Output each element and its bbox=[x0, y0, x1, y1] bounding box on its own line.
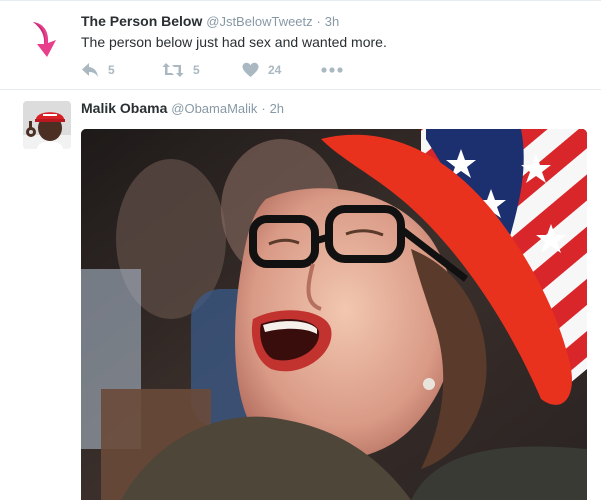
author-fullname[interactable]: The Person Below bbox=[81, 13, 202, 29]
tweet-header: The Person Below @JstBelowTweetz · 3h bbox=[81, 12, 339, 31]
reply-count: 5 bbox=[108, 63, 115, 77]
photo-image bbox=[81, 129, 587, 500]
tweet-actions: 5 5 24 bbox=[81, 61, 381, 79]
avatar[interactable] bbox=[23, 101, 71, 149]
tweet[interactable]: Malik Obama @ObamaMalik · 2h bbox=[0, 90, 601, 500]
retweet-button[interactable]: 5 bbox=[162, 61, 200, 79]
profile-photo bbox=[23, 101, 71, 149]
more-button[interactable] bbox=[321, 61, 343, 79]
retweet-icon bbox=[162, 63, 184, 77]
author-username[interactable]: @ObamaMalik bbox=[171, 101, 257, 116]
like-count: 24 bbox=[268, 63, 282, 77]
heart-icon bbox=[242, 62, 259, 77]
tweet-text: The person below just had sex and wanted… bbox=[81, 34, 387, 50]
like-button[interactable]: 24 bbox=[242, 61, 281, 79]
pink-down-arrow-icon bbox=[23, 13, 71, 61]
author-fullname[interactable]: Malik Obama bbox=[81, 100, 167, 116]
more-icon bbox=[321, 67, 343, 73]
header-separator: · bbox=[261, 101, 266, 116]
tweet-timestamp[interactable]: 3h bbox=[325, 14, 339, 29]
reply-button[interactable]: 5 bbox=[81, 61, 115, 79]
reply-icon bbox=[82, 63, 98, 77]
retweet-count: 5 bbox=[193, 63, 200, 77]
author-username[interactable]: @JstBelowTweetz bbox=[206, 14, 312, 29]
timeline: The Person Below @JstBelowTweetz · 3h Th… bbox=[0, 0, 601, 500]
tweet-timestamp[interactable]: 2h bbox=[270, 101, 284, 116]
tweet[interactable]: The Person Below @JstBelowTweetz · 3h Th… bbox=[0, 0, 601, 90]
avatar[interactable] bbox=[23, 13, 71, 61]
tweet-photo[interactable] bbox=[81, 129, 587, 500]
tweet-header: Malik Obama @ObamaMalik · 2h bbox=[81, 99, 284, 118]
header-separator: · bbox=[316, 14, 321, 29]
